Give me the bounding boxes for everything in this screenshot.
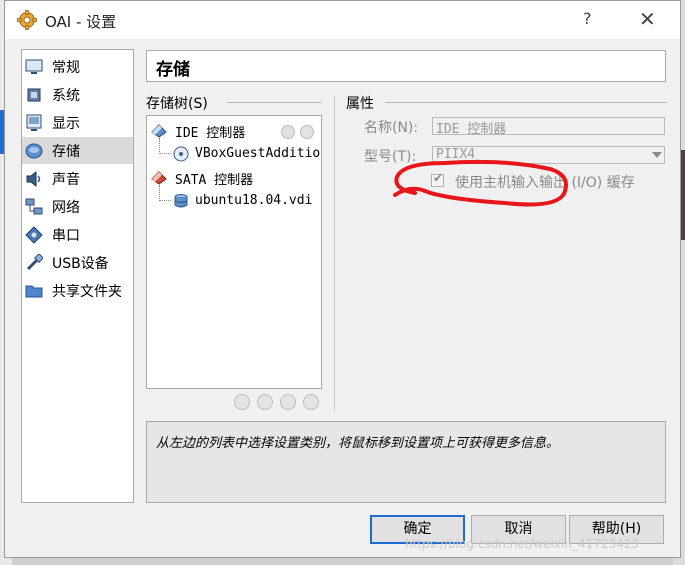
- name-field-value: IDE 控制器: [436, 122, 507, 137]
- tree-item-optical-disc[interactable]: VBoxGuestAdditions.iso: [147, 143, 321, 165]
- title-bar[interactable]: OAI - 设置 ? ✕: [5, 1, 680, 39]
- nav-item-serial-ports[interactable]: 串口: [22, 221, 133, 248]
- io-cache-checkbox[interactable]: ✔: [431, 171, 444, 187]
- tree-item-label: ubuntu18.04.vdi: [195, 193, 313, 208]
- properties-divider: [385, 102, 667, 103]
- monitor-icon: [25, 59, 43, 74]
- remove-controller-icon[interactable]: [257, 394, 273, 410]
- info-panel: 从左边的列表中选择设置类别，将鼠标移到设置项上可获得更多信息。: [146, 421, 666, 503]
- tree-item-label: IDE 控制器: [175, 126, 246, 141]
- nav-item-label: 存储: [52, 144, 80, 160]
- network-icon: [25, 198, 43, 215]
- page-title-box: 存储: [146, 50, 666, 82]
- nav-item-audio[interactable]: 声音: [22, 165, 133, 192]
- add-controller-icon[interactable]: [234, 394, 250, 410]
- add-attachment-icon[interactable]: [281, 125, 295, 139]
- nav-item-label: 串口: [52, 228, 80, 244]
- watermark: https://blog.csdn.net/weixin_41723423: [405, 537, 640, 551]
- nav-item-label: 系统: [52, 88, 80, 104]
- storage-tree-label: 存储树(S): [146, 93, 214, 113]
- optical-disc-icon: [173, 146, 189, 162]
- nav-item-shared-folders[interactable]: 共享文件夹: [22, 277, 133, 304]
- nav-item-label: 网络: [52, 200, 80, 216]
- serial-port-icon: [25, 226, 43, 244]
- hard-disk-icon: [174, 194, 188, 208]
- storage-tree[interactable]: IDE 控制器 VBoxGuestAdditions.iso SATA 控制器 …: [146, 115, 322, 389]
- nav-item-system[interactable]: 系统: [22, 81, 133, 108]
- disk-icon: [25, 143, 43, 159]
- tree-item-label: SATA 控制器: [175, 173, 254, 188]
- info-text: 从左边的列表中选择设置类别，将鼠标移到设置项上可获得更多信息。: [156, 436, 560, 451]
- display-icon: [26, 114, 42, 131]
- window-title: OAI - 设置: [45, 13, 117, 31]
- nav-item-label: 显示: [52, 116, 80, 132]
- page-title: 存储: [156, 60, 190, 80]
- tree-item-sata-controller[interactable]: SATA 控制器: [147, 166, 321, 188]
- nav-item-network[interactable]: 网络: [22, 193, 133, 220]
- nav-item-label: 常规: [52, 60, 80, 76]
- storage-tree-divider: [227, 102, 322, 103]
- close-button[interactable]: ✕: [639, 7, 656, 31]
- nav-item-label: USB设备: [52, 256, 109, 272]
- nav-item-display[interactable]: 显示: [22, 109, 133, 136]
- panel-separator: [334, 97, 335, 411]
- checkmark-icon: ✔: [433, 171, 444, 185]
- tree-item-hard-disk[interactable]: ubuntu18.04.vdi: [147, 190, 321, 212]
- tree-item-ide-controller[interactable]: IDE 控制器: [147, 119, 321, 141]
- nav-item-label: 声音: [52, 172, 80, 188]
- speaker-icon: [26, 170, 41, 188]
- properties-label: 属性: [346, 93, 380, 113]
- chevron-down-icon: [652, 152, 662, 158]
- settings-dialog: OAI - 设置 ? ✕ 常规 系统 显示 存储 声音 网络 串口 USB设备 …: [4, 0, 681, 558]
- add-attachment-toolbar-icon[interactable]: [280, 394, 296, 410]
- folder-icon: [25, 285, 43, 298]
- type-select[interactable]: PIIX4: [432, 146, 665, 164]
- nav-item-general[interactable]: 常规: [22, 53, 133, 80]
- settings-category-list[interactable]: 常规 系统 显示 存储 声音 网络 串口 USB设备 共享文件夹: [21, 49, 134, 503]
- type-select-value: PIIX4: [436, 147, 476, 162]
- help-title-button[interactable]: ?: [583, 9, 592, 28]
- chip-icon: [27, 88, 41, 102]
- name-field[interactable]: IDE 控制器: [432, 117, 665, 137]
- gear-icon: [17, 10, 37, 30]
- sata-controller-icon: [151, 171, 167, 185]
- type-label: 型号(T):: [364, 149, 417, 165]
- usb-icon: [26, 254, 43, 271]
- nav-item-usb[interactable]: USB设备: [22, 249, 133, 276]
- remove-attachment-icon[interactable]: [303, 394, 319, 410]
- nav-item-label: 共享文件夹: [52, 284, 122, 300]
- io-cache-label: 使用主机输入输出 (I/O) 缓存: [455, 175, 635, 191]
- nav-item-storage[interactable]: 存储: [22, 137, 133, 164]
- ide-controller-icon: [151, 124, 167, 138]
- tree-item-label: VBoxGuestAdditions.iso: [195, 146, 321, 161]
- name-label: 名称(N):: [364, 120, 419, 136]
- add-optical-drive-icon[interactable]: [300, 125, 314, 139]
